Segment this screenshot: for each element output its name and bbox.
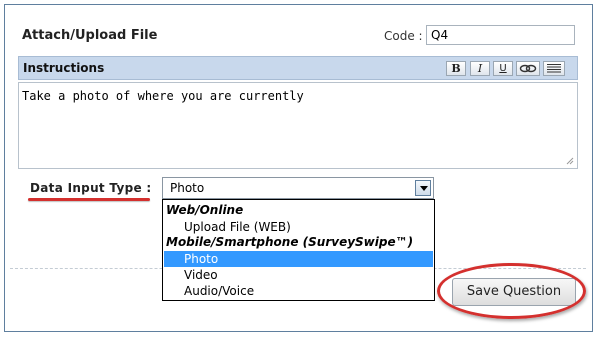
instructions-textarea[interactable]: Take a photo of where you are currently bbox=[18, 82, 578, 169]
instructions-header: Instructions B I U bbox=[18, 56, 578, 80]
instructions-title: Instructions bbox=[23, 61, 105, 75]
data-input-type-dropdown: Web/Online Upload File (WEB) Mobile/Smar… bbox=[162, 199, 435, 301]
chevron-down-icon[interactable] bbox=[415, 180, 431, 196]
resize-grip-icon[interactable] bbox=[566, 157, 574, 165]
dropdown-option-audio-voice[interactable]: Audio/Voice bbox=[164, 283, 433, 299]
link-icon bbox=[519, 64, 537, 73]
form-title: Attach/Upload File bbox=[22, 28, 158, 43]
dropdown-option-video[interactable]: Video bbox=[164, 267, 433, 283]
annotation-underline bbox=[28, 198, 150, 201]
list-button[interactable] bbox=[543, 61, 565, 76]
dropdown-option-photo[interactable]: Photo bbox=[164, 251, 433, 267]
dropdown-group-mobile: Mobile/Smartphone (SurveySwipe™) bbox=[166, 235, 414, 249]
data-input-type-label: Data Input Type : bbox=[30, 181, 152, 195]
dropdown-option-upload-file[interactable]: Upload File (WEB) bbox=[164, 219, 433, 235]
underline-button[interactable]: U bbox=[493, 61, 513, 76]
code-input[interactable] bbox=[426, 25, 575, 45]
select-value: Photo bbox=[170, 181, 205, 195]
link-button[interactable] bbox=[516, 61, 540, 76]
list-icon bbox=[547, 64, 561, 73]
data-input-type-select[interactable]: Photo bbox=[162, 177, 434, 199]
save-question-button[interactable]: Save Question bbox=[452, 278, 576, 306]
instructions-text: Take a photo of where you are currently bbox=[22, 89, 304, 103]
code-label: Code : bbox=[384, 29, 423, 43]
dropdown-group-web: Web/Online bbox=[166, 203, 244, 217]
italic-button[interactable]: I bbox=[470, 61, 490, 76]
bold-button[interactable]: B bbox=[446, 61, 466, 76]
